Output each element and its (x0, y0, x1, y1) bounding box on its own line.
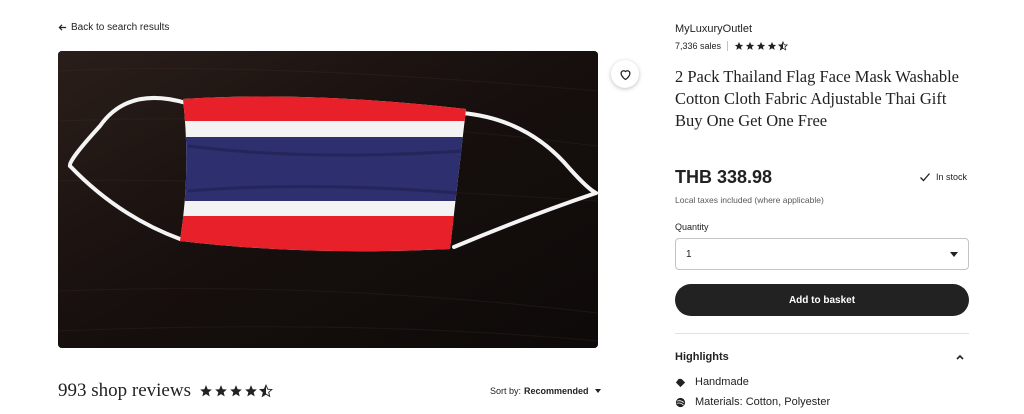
shop-reviews-summary: 993 shop reviews (58, 380, 273, 402)
stock-status: In stock (919, 171, 967, 183)
star-half-icon (259, 384, 273, 398)
checkmark-icon (920, 173, 930, 182)
star-icon (245, 385, 257, 397)
heart-icon (620, 69, 630, 80)
shop-reviews-rating (199, 384, 273, 398)
quantity-value: 1 (686, 248, 692, 260)
section-divider (675, 333, 969, 334)
yarn-icon (675, 397, 686, 407)
highlight-item-handmade: Handmade (675, 376, 749, 388)
product-title: 2 Pack Thailand Flag Face Mask Washable … (675, 67, 959, 130)
caret-down-icon (950, 251, 958, 257)
sort-by-value: Recommended (524, 386, 589, 396)
star-icon (734, 41, 744, 50)
favorite-button[interactable] (611, 60, 639, 88)
back-to-search-link[interactable]: Back to search results (58, 22, 169, 33)
face-mask-illustration (58, 51, 598, 348)
star-half-icon (778, 41, 789, 51)
star-icon (756, 41, 766, 50)
tax-note: Local taxes included (where applicable) (675, 195, 824, 205)
quantity-select[interactable]: 1 (675, 238, 969, 270)
star-icon (230, 385, 242, 397)
sort-by-label: Sort by: (490, 386, 522, 396)
shop-name-link[interactable]: MyLuxuryOutlet (675, 23, 752, 35)
caret-down-icon (594, 389, 601, 393)
shop-sales-count: 7,336 sales (675, 41, 722, 51)
stock-status-label: In stock (936, 172, 968, 182)
star-icon (200, 385, 212, 397)
star-icon (215, 385, 227, 397)
shop-rating-stars (734, 41, 789, 51)
back-link-label: Back to search results (71, 22, 170, 33)
star-icon (745, 41, 755, 50)
product-price: THB 338.98 (675, 167, 773, 187)
product-image[interactable] (58, 51, 598, 348)
add-to-basket-button[interactable]: Add to basket (675, 284, 969, 316)
sort-by-dropdown[interactable]: Sort by: Recommended (490, 386, 601, 396)
highlights-title: Highlights (675, 351, 729, 363)
divider (727, 41, 729, 51)
star-icon (767, 41, 777, 50)
hand-icon (675, 378, 686, 387)
chevron-up-icon[interactable] (954, 351, 966, 363)
highlight-item-materials: Materials: Cotton, Polyester (675, 396, 830, 408)
highlight-item-label: Handmade (695, 376, 749, 388)
quantity-label: Quantity (675, 222, 709, 232)
arrow-left-icon (58, 24, 67, 31)
shop-reviews-count: 993 shop reviews (58, 380, 191, 401)
highlight-item-label: Materials: Cotton, Polyester (695, 396, 831, 408)
shop-sales-rating: 7,336 sales (675, 41, 789, 51)
